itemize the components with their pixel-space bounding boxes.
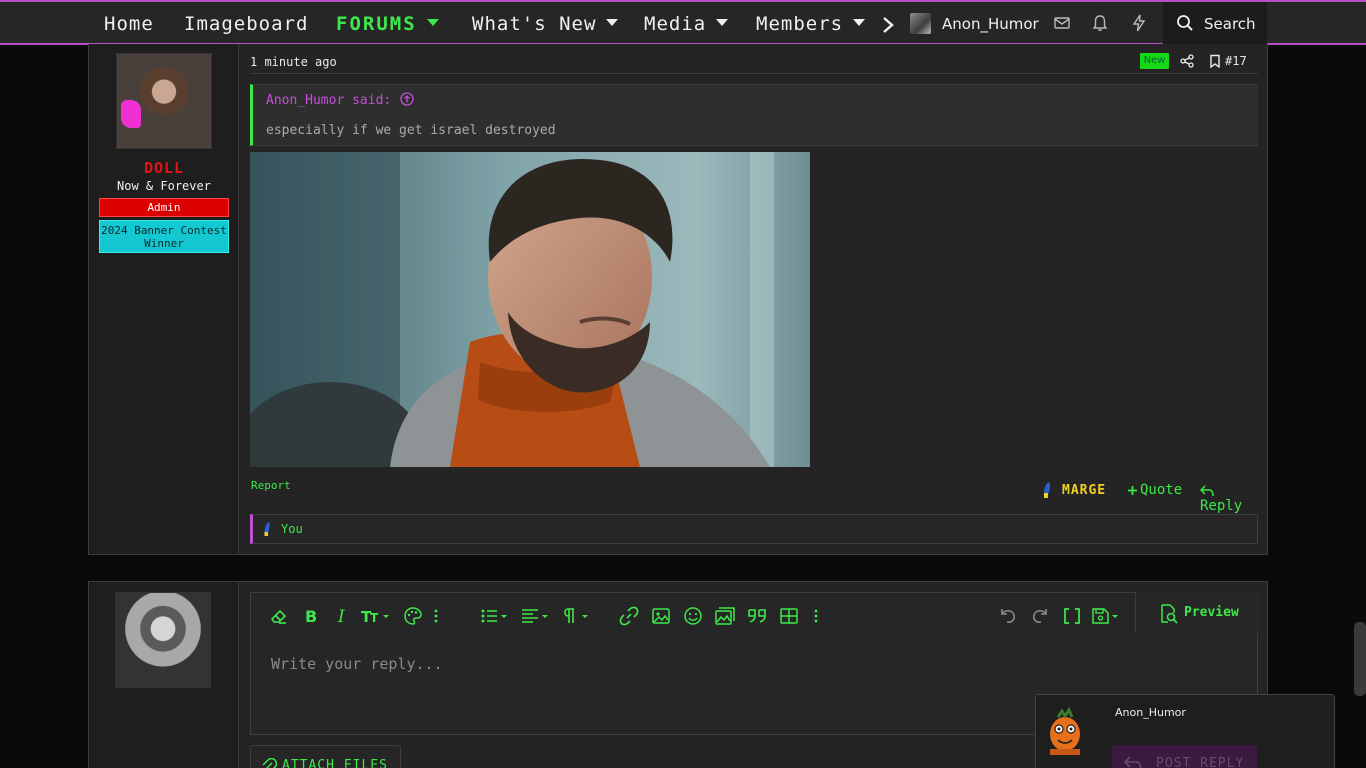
- post-timestamp[interactable]: 1 minute ago: [250, 55, 337, 69]
- post-image[interactable]: [250, 152, 810, 467]
- paragraph-icon[interactable]: [561, 606, 591, 626]
- reply-icon: [1200, 484, 1214, 496]
- quote-block: Anon_Humor said: especially if we get is…: [250, 84, 1258, 146]
- preview-icon: [1161, 604, 1178, 624]
- chat-avatar[interactable]: [1044, 707, 1086, 755]
- nav-home[interactable]: Home: [104, 13, 154, 35]
- top-navigation: Home Imageboard FORUMS What's New Media …: [0, 0, 1366, 45]
- post-reply-label: POST REPLY: [1156, 756, 1245, 768]
- chevron-down-icon: [426, 19, 439, 26]
- reaction-summary-text: You: [281, 522, 303, 536]
- post-content: 1 minute ago New #17 Anon_Humor said: es…: [250, 44, 1258, 554]
- search-label[interactable]: Search: [1204, 15, 1256, 33]
- attach-files-label: ATTACH FILES: [282, 758, 388, 768]
- avatar-marking: [121, 100, 141, 128]
- account-username[interactable]: Anon_Humor: [942, 15, 1039, 33]
- quote-icon[interactable]: [747, 606, 767, 626]
- contest-winner-badge: 2024 Banner Contest Winner: [99, 220, 229, 253]
- quote-text: especially if we get israel destroyed: [266, 123, 556, 138]
- preview-button[interactable]: Preview: [1135, 592, 1259, 633]
- nav-members-label: Members: [756, 13, 844, 35]
- inbox-icon[interactable]: [1053, 14, 1071, 32]
- admin-badge: Admin: [99, 198, 229, 217]
- save-draft-icon[interactable]: [1091, 606, 1121, 626]
- chevron-down-icon: [853, 19, 866, 26]
- report-link[interactable]: Report: [251, 479, 291, 492]
- user-avatar[interactable]: [910, 13, 931, 34]
- reply-icon: [1124, 756, 1142, 768]
- eraser-icon[interactable]: [269, 606, 289, 626]
- svg-text:I: I: [337, 607, 345, 626]
- chat-username[interactable]: Anon_Humor: [1115, 706, 1186, 719]
- reply-button[interactable]: Reply: [1200, 482, 1258, 514]
- quote-button-label: Quote: [1140, 482, 1183, 498]
- smiley-icon[interactable]: [683, 606, 703, 626]
- image-icon[interactable]: [651, 606, 671, 626]
- nav-members[interactable]: Members: [756, 13, 866, 35]
- post-reply-button[interactable]: POST REPLY: [1112, 745, 1257, 768]
- marge-reaction-icon: [1043, 482, 1051, 498]
- post-author[interactable]: DOLL: [89, 159, 239, 177]
- nav-forums[interactable]: FORUMS: [336, 13, 439, 35]
- new-badge: New: [1140, 53, 1169, 69]
- marge-reaction-icon: [264, 522, 270, 536]
- quote-button[interactable]: Quote: [1127, 482, 1182, 498]
- user-title: Now & Forever: [117, 179, 211, 193]
- attach-files-button[interactable]: ATTACH FILES: [250, 745, 401, 768]
- reply-input-placeholder[interactable]: Write your reply...: [271, 655, 443, 673]
- nav-whats-new-label: What's New: [472, 13, 597, 35]
- bell-icon[interactable]: [1091, 14, 1109, 32]
- nav-forums-label: FORUMS: [336, 13, 417, 35]
- bolt-icon[interactable]: [1130, 14, 1148, 32]
- align-icon[interactable]: [521, 606, 551, 626]
- quote-author[interactable]: Anon_Humor said:: [266, 93, 391, 108]
- preview-label: Preview: [1184, 605, 1239, 620]
- post-number[interactable]: #17: [1225, 54, 1247, 68]
- post-user-panel: DOLL Now & Forever Admin 2024 Banner Con…: [89, 44, 239, 554]
- palette-icon[interactable]: [403, 606, 423, 626]
- reaction-summary[interactable]: You: [250, 514, 1258, 544]
- reactor-name[interactable]: MARGE: [1062, 483, 1106, 498]
- nav-whats-new[interactable]: What's New: [472, 13, 619, 35]
- bbcode-toggle-icon[interactable]: [1062, 606, 1082, 626]
- reply-user-panel: [89, 582, 239, 768]
- avatar[interactable]: [116, 53, 212, 149]
- scrollbar-thumb[interactable]: [1354, 622, 1366, 696]
- search-icon: [1177, 15, 1193, 31]
- bookmark-icon[interactable]: [1208, 54, 1222, 68]
- italic-icon[interactable]: I: [332, 606, 352, 626]
- nav-media[interactable]: Media: [644, 13, 729, 35]
- svg-text:B: B: [305, 607, 317, 626]
- media-gallery-icon[interactable]: [715, 606, 735, 626]
- link-icon[interactable]: [619, 606, 639, 626]
- nav-media-label: Media: [644, 13, 707, 35]
- svg-text:T: T: [370, 611, 379, 625]
- forum-post: DOLL Now & Forever Admin 2024 Banner Con…: [88, 44, 1268, 555]
- share-icon[interactable]: [1180, 54, 1194, 68]
- more-vertical-icon[interactable]: [431, 606, 441, 626]
- arrow-up-circle-icon[interactable]: [400, 92, 414, 106]
- more-vertical-icon[interactable]: [811, 606, 821, 626]
- nav-imageboard[interactable]: Imageboard: [184, 13, 308, 35]
- paperclip-icon: [262, 758, 277, 768]
- divider: [250, 73, 1258, 74]
- chevron-down-icon: [716, 19, 729, 26]
- chevron-down-icon: [606, 19, 619, 26]
- chevron-right-icon[interactable]: [880, 14, 896, 36]
- font-size-icon[interactable]: T T: [361, 606, 391, 626]
- reply-button-label: Reply: [1200, 498, 1243, 514]
- undo-icon[interactable]: [998, 606, 1018, 626]
- list-icon[interactable]: [480, 606, 510, 626]
- bold-icon[interactable]: B: [301, 606, 321, 626]
- table-icon[interactable]: [779, 606, 799, 626]
- redo-icon[interactable]: [1030, 606, 1050, 626]
- avatar[interactable]: [115, 592, 211, 688]
- plus-icon: [1128, 485, 1137, 495]
